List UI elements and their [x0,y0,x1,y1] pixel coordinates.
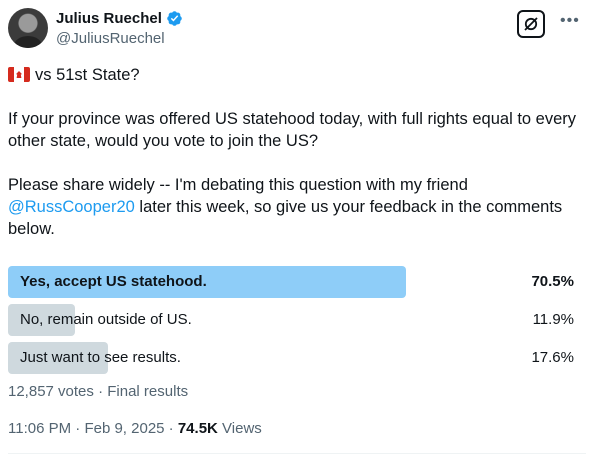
poll: Yes, accept US statehood. 70.5% No, rema… [8,266,574,380]
tweet-text: vs 51st State? If your province was offe… [8,64,584,240]
poll-option: Just want to see results. 17.6% [8,342,574,374]
divider [8,453,586,454]
poll-option-label: Just want to see results. [20,349,181,366]
poll-option-label: Yes, accept US statehood. [20,273,207,290]
grok-button[interactable] [517,10,545,38]
avatar[interactable] [8,8,48,48]
tweet-paragraph-2: If your province was offered US statehoo… [8,110,577,150]
poll-option: Yes, accept US statehood. 70.5% [8,266,574,298]
views-label: Views [217,420,262,437]
tweet-line-1: vs 51st State? [8,64,584,86]
name-row: Julius Ruechel [56,10,183,27]
poll-option-label: No, remain outside of US. [20,311,192,328]
tweet-header: Julius Ruechel @JuliusRuechel ••• [8,8,586,50]
mention-link[interactable]: @RussCooper20 [8,198,135,216]
poll-option-percent: 17.6% [531,349,574,366]
tweet-meta: 11:06 PM · Feb 9, 2025 · 74.5K Views [8,420,262,437]
poll-option-percent: 70.5% [531,273,574,290]
tweet-date[interactable]: Feb 9, 2025 [84,420,164,437]
views-count[interactable]: 74.5K [178,420,218,437]
author-handle[interactable]: @JuliusRuechel [56,30,165,47]
tweet-paragraph-3: Please share widely -- I'm debating this… [8,176,563,238]
author-display-name[interactable]: Julius Ruechel [56,10,162,27]
verified-badge-icon[interactable] [166,10,183,27]
grok-icon [524,17,538,31]
poll-option-percent: 11.9% [532,311,574,328]
more-options-icon[interactable]: ••• [560,12,580,30]
poll-status: Final results [107,383,189,400]
poll-option: No, remain outside of US. 11.9% [8,304,574,336]
tweet-time[interactable]: 11:06 PM [8,420,71,437]
poll-meta: 12,857 votes · Final results [8,383,189,400]
poll-votes: 12,857 votes [8,383,94,400]
canada-flag-icon [8,67,30,82]
